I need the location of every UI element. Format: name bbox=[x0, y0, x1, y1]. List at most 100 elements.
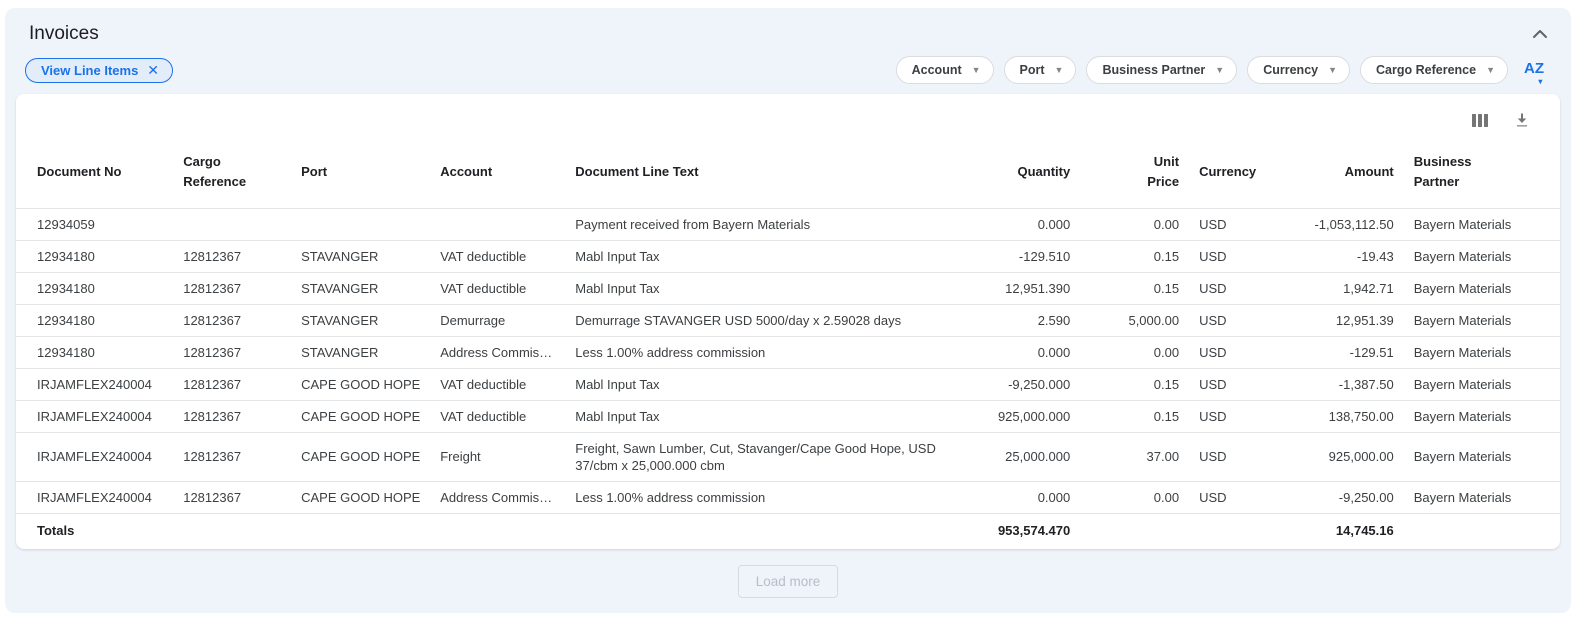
cell-account: Freight bbox=[430, 433, 565, 482]
col-header-port: Port bbox=[291, 132, 430, 209]
cell-business-partner: Bayern Materials bbox=[1404, 337, 1560, 369]
chip-label: View Line Items bbox=[41, 63, 138, 78]
cell-port: CAPE GOOD HOPE bbox=[291, 482, 430, 514]
cell-unit-price: 0.15 bbox=[1080, 401, 1189, 433]
toolbar: View Line Items ✕ Account ▼ Port ▼ Busin… bbox=[16, 56, 1560, 84]
cell-document-line-text: Demurrage STAVANGER USD 5000/day x 2.590… bbox=[565, 305, 974, 337]
cell-business-partner: Bayern Materials bbox=[1404, 209, 1560, 241]
chevron-down-icon: ▼ bbox=[1055, 66, 1064, 75]
invoice-table-body: 12934059 Payment received from Bayern Ma… bbox=[16, 209, 1560, 514]
cell-currency: USD bbox=[1189, 433, 1272, 482]
cell-business-partner: Bayern Materials bbox=[1404, 482, 1560, 514]
cell-account: VAT deductible bbox=[430, 241, 565, 273]
totals-row: Totals 953,574.470 14,745.16 bbox=[16, 514, 1560, 550]
cell-document-line-text: Mabl Input Tax bbox=[565, 241, 974, 273]
table-footer: Totals 953,574.470 14,745.16 bbox=[16, 514, 1560, 550]
cell-document-line-text: Less 1.00% address commission bbox=[565, 337, 974, 369]
load-more-button[interactable]: Load more bbox=[738, 565, 839, 598]
cell-business-partner: Bayern Materials bbox=[1404, 305, 1560, 337]
cell-business-partner: Bayern Materials bbox=[1404, 273, 1560, 305]
table-row: IRJAMFLEX240004 12812367 CAPE GOOD HOPE … bbox=[16, 433, 1560, 482]
chevron-down-icon: ▼ bbox=[1486, 66, 1495, 75]
cell-cargo-reference: 12812367 bbox=[173, 241, 291, 273]
invoices-panel: Invoices View Line Items ✕ Account ▼ Por… bbox=[5, 8, 1571, 613]
view-columns-icon[interactable] bbox=[1472, 114, 1488, 127]
col-header-account: Account bbox=[430, 132, 565, 209]
cell-currency: USD bbox=[1189, 273, 1272, 305]
cell-document-line-text: Mabl Input Tax bbox=[565, 369, 974, 401]
filter-bar: Account ▼ Port ▼ Business Partner ▼ Curr… bbox=[886, 56, 1552, 84]
cell-document-no: IRJAMFLEX240004 bbox=[16, 482, 173, 514]
cell-cargo-reference: 12812367 bbox=[173, 482, 291, 514]
cell-port: STAVANGER bbox=[291, 241, 430, 273]
col-header-quantity: Quantity bbox=[974, 132, 1080, 209]
cell-unit-price: 0.15 bbox=[1080, 241, 1189, 273]
cell-quantity: -9,250.000 bbox=[974, 369, 1080, 401]
cell-unit-price: 0.00 bbox=[1080, 482, 1189, 514]
chevron-down-icon: ▼ bbox=[1215, 66, 1224, 75]
cell-port: CAPE GOOD HOPE bbox=[291, 433, 430, 482]
view-line-items-chip[interactable]: View Line Items ✕ bbox=[25, 58, 173, 83]
filter-business-partner[interactable]: Business Partner ▼ bbox=[1086, 56, 1237, 84]
cell-amount: -9,250.00 bbox=[1272, 482, 1404, 514]
cell-port: STAVANGER bbox=[291, 273, 430, 305]
table-row: 12934180 12812367 STAVANGER Demurrage De… bbox=[16, 305, 1560, 337]
cell-currency: USD bbox=[1189, 241, 1272, 273]
cell-document-no: 12934059 bbox=[16, 209, 173, 241]
table-row: 12934180 12812367 STAVANGER VAT deductib… bbox=[16, 273, 1560, 305]
cell-currency: USD bbox=[1189, 482, 1272, 514]
cell-unit-price: 37.00 bbox=[1080, 433, 1189, 482]
cell-currency: USD bbox=[1189, 401, 1272, 433]
cell-document-line-text: Mabl Input Tax bbox=[565, 401, 974, 433]
cell-business-partner: Bayern Materials bbox=[1404, 369, 1560, 401]
cell-amount: -1,053,112.50 bbox=[1272, 209, 1404, 241]
col-header-document-no: Document No bbox=[16, 132, 173, 209]
cell-document-line-text: Mabl Input Tax bbox=[565, 273, 974, 305]
totals-quantity: 953,574.470 bbox=[974, 514, 1080, 550]
cell-document-no: IRJAMFLEX240004 bbox=[16, 401, 173, 433]
filter-port-label: Port bbox=[1020, 63, 1045, 77]
cell-port: STAVANGER bbox=[291, 305, 430, 337]
filter-cargo-reference[interactable]: Cargo Reference ▼ bbox=[1360, 56, 1508, 84]
totals-amount: 14,745.16 bbox=[1272, 514, 1404, 550]
filter-business-partner-label: Business Partner bbox=[1102, 63, 1205, 77]
filter-port[interactable]: Port ▼ bbox=[1004, 56, 1077, 84]
load-more-container: Load more bbox=[16, 549, 1560, 612]
chevron-down-icon: ▼ bbox=[1328, 66, 1337, 75]
cell-unit-price: 5,000.00 bbox=[1080, 305, 1189, 337]
cell-account: Address Commis… bbox=[430, 337, 565, 369]
cell-amount: -129.51 bbox=[1272, 337, 1404, 369]
cell-port: STAVANGER bbox=[291, 337, 430, 369]
cell-cargo-reference: 12812367 bbox=[173, 273, 291, 305]
cell-document-line-text: Less 1.00% address commission bbox=[565, 482, 974, 514]
cell-cargo-reference bbox=[173, 209, 291, 241]
chevron-up-icon bbox=[1532, 27, 1548, 42]
page-title: Invoices bbox=[29, 23, 99, 45]
filter-account[interactable]: Account ▼ bbox=[896, 56, 994, 84]
cell-cargo-reference: 12812367 bbox=[173, 433, 291, 482]
cell-unit-price: 0.00 bbox=[1080, 209, 1189, 241]
totals-label: Totals bbox=[16, 514, 173, 550]
cell-unit-price: 0.15 bbox=[1080, 273, 1189, 305]
table-row: 12934180 12812367 STAVANGER Address Comm… bbox=[16, 337, 1560, 369]
table-row: IRJAMFLEX240004 12812367 CAPE GOOD HOPE … bbox=[16, 369, 1560, 401]
download-icon[interactable] bbox=[1514, 112, 1530, 128]
cell-cargo-reference: 12812367 bbox=[173, 305, 291, 337]
cell-document-no: 12934180 bbox=[16, 273, 173, 305]
table-tools bbox=[16, 106, 1560, 130]
cell-amount: -19.43 bbox=[1272, 241, 1404, 273]
cell-currency: USD bbox=[1189, 369, 1272, 401]
close-icon[interactable]: ✕ bbox=[147, 63, 159, 77]
cell-amount: -1,387.50 bbox=[1272, 369, 1404, 401]
filter-currency[interactable]: Currency ▼ bbox=[1247, 56, 1350, 84]
cell-document-no: 12934180 bbox=[16, 305, 173, 337]
cell-document-line-text: Payment received from Bayern Materials bbox=[565, 209, 974, 241]
sort-az-icon[interactable]: AZ bbox=[1524, 60, 1548, 81]
cell-amount: 925,000.00 bbox=[1272, 433, 1404, 482]
table-row: 12934059 Payment received from Bayern Ma… bbox=[16, 209, 1560, 241]
cell-cargo-reference: 12812367 bbox=[173, 401, 291, 433]
col-header-amount: Amount bbox=[1272, 132, 1404, 209]
collapse-panel-button[interactable] bbox=[1530, 25, 1550, 44]
cell-quantity: 25,000.000 bbox=[974, 433, 1080, 482]
cell-account: VAT deductible bbox=[430, 401, 565, 433]
